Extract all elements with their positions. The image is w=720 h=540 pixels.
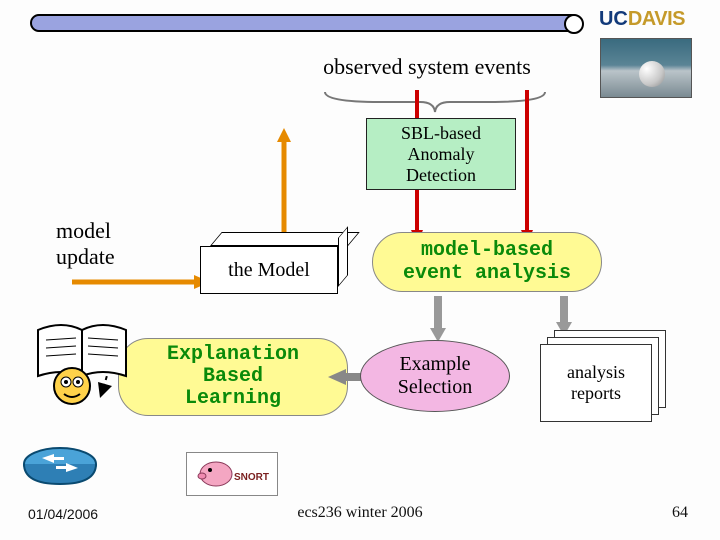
footer-date: 01/04/2006: [28, 506, 98, 522]
model-box-face: the Model: [200, 246, 338, 294]
arrow-model-up: [272, 128, 312, 243]
logo-davis: DAVIS: [628, 8, 685, 30]
event-analysis-box: model-based event analysis: [372, 232, 602, 292]
svg-text:SNORT: SNORT: [234, 472, 269, 483]
report-doc-front: analysis reports: [540, 344, 652, 422]
sbl-anomaly-detection-box: SBL-based Anomaly Detection: [366, 118, 516, 190]
example-sel-l2: Selection: [398, 376, 472, 399]
model-update-l2: update: [56, 244, 176, 270]
model-update-l1: model: [56, 218, 176, 244]
reports-l2: reports: [567, 383, 625, 404]
ebl-l1: Explanation: [167, 344, 299, 366]
the-model-box: the Model: [200, 232, 350, 294]
event-analysis-l1: model-based: [403, 239, 571, 262]
sbl-line2: Anomaly: [367, 144, 515, 165]
ebl-l3: Learning: [167, 388, 299, 410]
title-divider: [30, 14, 580, 32]
divider-knob: [564, 14, 584, 34]
analysis-reports-stack: analysis reports: [540, 330, 672, 422]
example-selection-box: Example Selection: [360, 340, 510, 412]
sbl-line1: SBL-based: [367, 123, 515, 144]
snort-logo-icon: SNORT: [186, 452, 278, 496]
footer-course: ecs236 winter 2006: [297, 504, 422, 522]
explanation-based-learning-box: Explanation Based Learning: [118, 338, 348, 416]
footer-page-number: 64: [672, 504, 688, 522]
example-sel-l1: Example: [398, 353, 472, 376]
reports-l1: analysis: [567, 362, 625, 383]
event-analysis-l2: event analysis: [403, 262, 571, 285]
sphere-icon: [639, 61, 665, 87]
sbl-line3: Detection: [367, 165, 515, 186]
open-book-icon: [32, 320, 132, 412]
curly-brace-icon: [320, 88, 550, 114]
arrow-update-to-model: [72, 272, 212, 297]
corner-photo: [600, 38, 692, 98]
model-box-side: [338, 226, 348, 287]
arrow-events-to-sbl-2: [520, 90, 534, 249]
ebl-l2: Based: [167, 366, 299, 388]
observed-events-label: observed system events: [302, 54, 552, 80]
router-icon: [20, 440, 100, 496]
ucdavis-logo: UCDAVIS: [599, 8, 685, 31]
logo-uc: UC: [599, 8, 628, 30]
the-model-label: the Model: [228, 259, 310, 282]
model-update-label: model update: [56, 218, 176, 270]
